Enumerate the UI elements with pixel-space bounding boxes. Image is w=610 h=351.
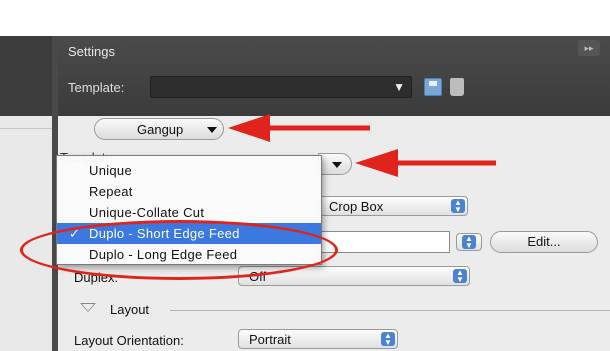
stepper-icon: ▲ ▼ — [462, 235, 476, 250]
save-icon[interactable] — [424, 78, 442, 96]
template-select[interactable]: ▼ — [150, 76, 412, 98]
layout-orientation-select[interactable]: Portrait ▲ ▼ — [238, 329, 398, 349]
gangup-template-popup-button[interactable] — [318, 153, 352, 175]
stepper-icon: ▲ ▼ — [381, 332, 395, 347]
layout-section-label: Layout — [110, 302, 150, 317]
layout-orientation-label: Layout Orientation: — [74, 333, 184, 348]
chevron-down-icon — [207, 127, 217, 133]
edit-button[interactable]: Edit... — [490, 231, 598, 253]
workspace-header — [0, 36, 55, 116]
settings-header: Settings ▸▸ Template: ▼ — [58, 36, 610, 116]
page-box-select[interactable]: Crop Box ▲ ▼ — [318, 196, 468, 216]
orientation-value: Portrait — [249, 332, 291, 347]
menu-item-unique[interactable]: Unique — [57, 160, 321, 181]
layout-section-rule — [170, 310, 610, 311]
gangup-popup-button[interactable]: Gangup — [94, 118, 224, 140]
trash-icon[interactable] — [450, 78, 464, 96]
menu-item-repeat[interactable]: Repeat — [57, 181, 321, 202]
chevron-down-icon: ▼ — [393, 80, 405, 94]
window-top-strip — [0, 0, 610, 36]
page-box-value: Crop Box — [329, 199, 384, 214]
collapse-panel-button[interactable]: ▸▸ — [578, 40, 600, 56]
menu-item-label: Unique — [89, 163, 132, 178]
settings-title: Settings — [68, 44, 115, 59]
template-label: Template: — [68, 80, 125, 95]
menu-item-label: Repeat — [89, 184, 133, 199]
annotation-highlight-ellipse — [20, 220, 338, 280]
disclosure-triangle-icon[interactable] — [80, 303, 96, 312]
stepper-button[interactable]: ▲ ▼ — [456, 233, 482, 251]
workspace-divider-line — [0, 128, 55, 129]
stepper-icon: ▲ ▼ — [451, 199, 465, 214]
stepper-icon: ▲ ▼ — [453, 269, 467, 284]
gangup-label: Gangup — [137, 122, 184, 137]
chevron-down-icon — [332, 162, 342, 168]
